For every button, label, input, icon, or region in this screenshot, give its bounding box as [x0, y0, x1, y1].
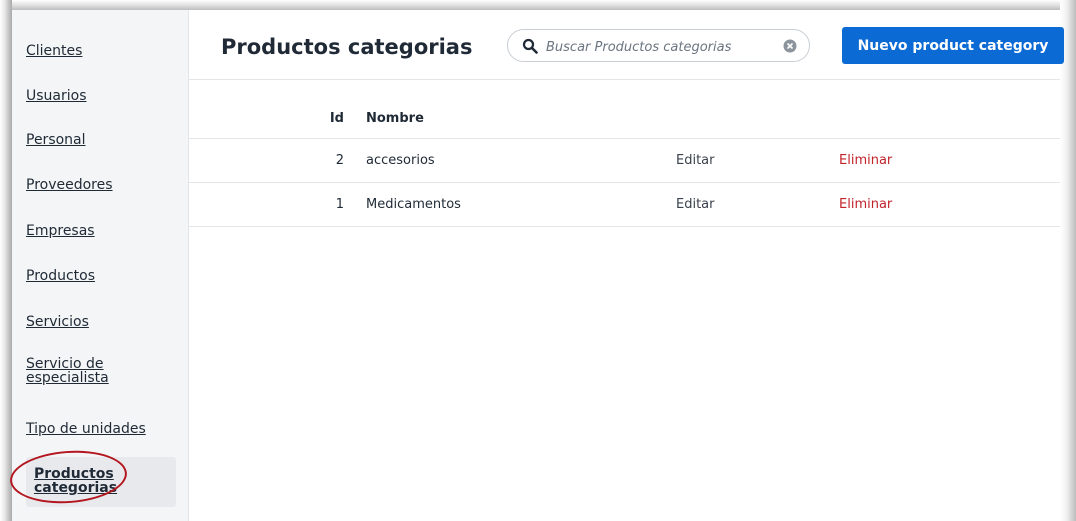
page-header: Productos categorias Nuevo product categ… [189, 10, 1064, 80]
sidebar-item-empresas[interactable]: Empresas [26, 224, 176, 239]
column-header-edit [676, 100, 839, 138]
sidebar-item-clientes[interactable]: Clientes [26, 44, 176, 59]
sidebar-item-personal[interactable]: Personal [26, 133, 176, 148]
sidebar-item-servicio-de-especialista[interactable]: Servicio de especialista [26, 357, 136, 385]
window-left-edge [0, 0, 12, 521]
table-row: 1 Medicamentos Editar Eliminar [189, 182, 1060, 226]
sidebar-item-productos-categorias[interactable]: Productos categorias [26, 457, 176, 507]
sidebar-item-servicios[interactable]: Servicios [26, 315, 176, 330]
cell-name: accesorios [366, 152, 435, 168]
delete-link[interactable]: Eliminar [839, 197, 892, 212]
search-icon [522, 38, 538, 54]
window-right-edge [1060, 0, 1076, 521]
sidebar-item-usuarios[interactable]: Usuarios [26, 89, 176, 104]
main-content: Productos categorias Nuevo product categ… [189, 10, 1064, 521]
sidebar-item-proveedores[interactable]: Proveedores [26, 178, 176, 193]
clear-circle-icon[interactable] [783, 39, 797, 53]
page-title: Productos categorias [221, 35, 473, 59]
search-input[interactable] [544, 34, 778, 60]
search-box[interactable] [507, 29, 810, 62]
column-header-nombre[interactable]: Nombre [366, 100, 676, 138]
edit-link[interactable]: Editar [676, 197, 715, 212]
sidebar-item-tipo-de-unidades[interactable]: Tipo de unidades [26, 422, 176, 437]
column-header-delete [839, 100, 1060, 138]
delete-link[interactable]: Eliminar [839, 153, 892, 168]
cell-id: 1 [335, 196, 344, 212]
new-product-category-button[interactable]: Nuevo product category [842, 27, 1064, 64]
categories-table: Id Nombre 2 accesorios Editar Eliminar 1… [189, 100, 1060, 227]
sidebar-item-productos[interactable]: Productos [26, 269, 176, 284]
cell-id: 2 [335, 152, 344, 168]
cell-name: Medicamentos [366, 196, 461, 212]
table-row: 2 accesorios Editar Eliminar [189, 138, 1060, 182]
sidebar: Clientes Usuarios Personal Proveedores E… [12, 10, 189, 521]
column-header-id[interactable]: Id [189, 100, 366, 138]
edit-link[interactable]: Editar [676, 153, 715, 168]
window-top-edge [0, 0, 1076, 10]
table-header-row: Id Nombre [189, 100, 1060, 138]
